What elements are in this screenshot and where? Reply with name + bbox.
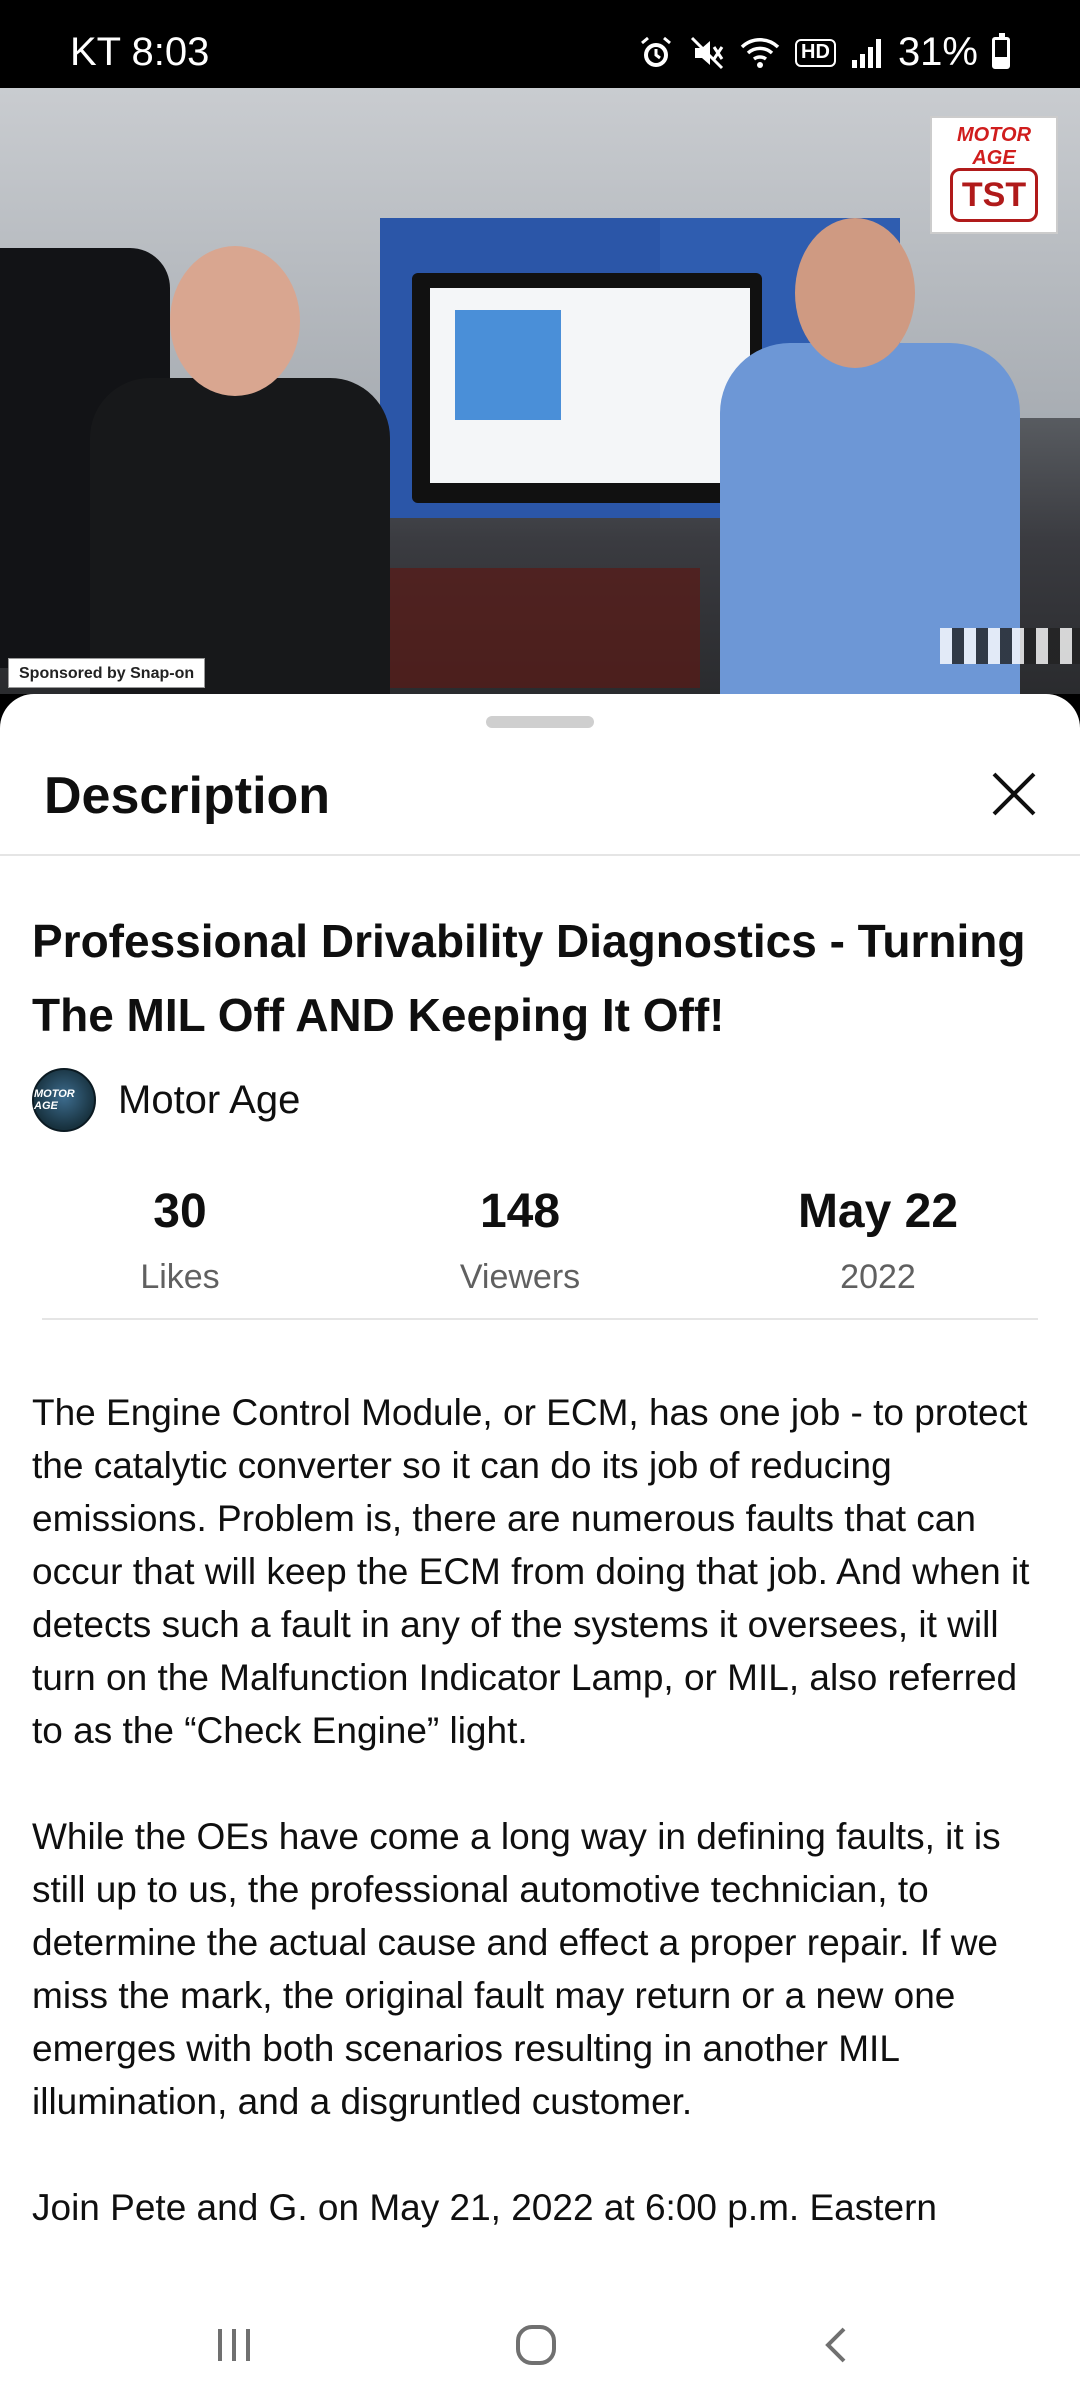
home-icon: [516, 2325, 556, 2365]
stats-row: 30 Likes 148 Viewers May 22 2022: [42, 1184, 1038, 1320]
recent-apps-icon: [218, 2329, 250, 2361]
watermark-title: MOTOR AGE: [956, 124, 1032, 169]
video-presenter-right: [700, 158, 1080, 694]
description-paragraph: While the OEs have come a long way in de…: [32, 1816, 1001, 2122]
close-icon: [992, 772, 1036, 816]
battery-icon: [992, 32, 1010, 69]
hd-icon: HD: [795, 38, 836, 67]
wifi-icon: [739, 33, 781, 73]
watermark-tst: TST: [950, 168, 1038, 222]
description-paragraph: The Engine Control Module, or ECM, has o…: [32, 1392, 1030, 1751]
stat-label: Likes: [140, 1258, 220, 1296]
stat-value: May 22: [797, 1185, 959, 1238]
video-scene-checker: [940, 628, 1080, 664]
channel-watermark-logo: MOTOR AGE TST: [930, 116, 1058, 234]
stat-value: 148: [479, 1185, 561, 1238]
channel-row[interactable]: MOTOR AGE Motor Age: [32, 1068, 300, 1132]
alarm-icon: [637, 33, 675, 73]
video-player[interactable]: MOTOR AGE TST Sponsored by Snap-on: [0, 88, 1080, 694]
recent-apps-button[interactable]: [174, 2310, 294, 2380]
sheet-header: Description: [0, 738, 1080, 856]
sheet-title: Description: [44, 767, 331, 825]
mute-icon: [689, 33, 725, 73]
battery-level: [995, 57, 1007, 66]
battery-percent: 31%: [897, 30, 978, 74]
signal-icon: [850, 33, 884, 73]
stat-viewers: 148 Viewers: [360, 1184, 680, 1297]
channel-name[interactable]: Motor Age: [118, 1078, 300, 1123]
description-sheet: Description Professional Drivability Dia…: [0, 694, 1080, 2288]
home-button[interactable]: [476, 2310, 596, 2380]
system-nav-bar: [0, 2288, 1080, 2400]
stat-label: Viewers: [459, 1258, 581, 1296]
close-button[interactable]: [984, 764, 1044, 824]
stat-likes: 30 Likes: [42, 1184, 318, 1297]
status-time: KT 8:03: [70, 30, 210, 74]
description-paragraph: Join Pete and G. on May 21, 2022 at 6:00…: [32, 2187, 938, 2228]
back-button[interactable]: [778, 2310, 898, 2380]
status-icons: HD 31%: [637, 30, 1010, 75]
video-title: Professional Drivability Diagnostics - T…: [32, 915, 1026, 1041]
video-scene-floor: [380, 568, 700, 688]
drag-handle[interactable]: [486, 716, 594, 728]
stat-label: 2022: [840, 1258, 916, 1296]
video-scene-slide: [455, 310, 561, 420]
sponsor-badge: Sponsored by Snap-on: [8, 658, 206, 688]
description-text: The Engine Control Module, or ECM, has o…: [32, 1386, 1048, 2287]
back-icon: [825, 2327, 846, 2363]
status-bar: KT 8:03 HD 31%: [0, 0, 1080, 88]
channel-avatar[interactable]: MOTOR AGE: [32, 1068, 96, 1132]
stat-value: 30: [153, 1185, 207, 1238]
video-presenter-left: [60, 188, 400, 694]
stat-date: May 22 2022: [718, 1184, 1038, 1297]
